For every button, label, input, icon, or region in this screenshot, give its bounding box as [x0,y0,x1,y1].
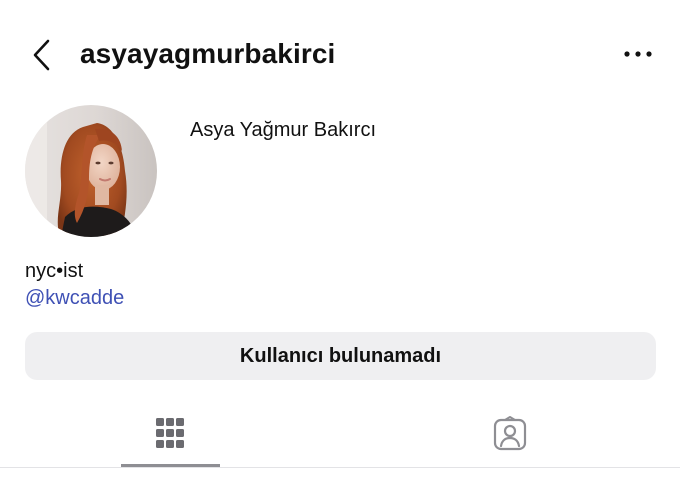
back-button[interactable] [26,36,60,74]
avatar-photo [25,105,157,237]
chevron-left-icon [33,39,50,71]
profile-page: asyayagmurbakirci Asya Yağmur Bakırcı ny… [0,0,680,502]
profile-full-name: Asya Yağmur Bakırcı [190,119,376,141]
top-bar: asyayagmurbakirci [0,0,680,108]
avatar[interactable] [25,105,157,237]
grid-icon [156,418,184,448]
profile-tabs [0,400,680,470]
tab-posts-grid[interactable] [120,400,220,470]
tagged-person-icon [493,416,527,451]
ellipsis-icon [624,51,652,57]
tab-tagged[interactable] [460,400,560,470]
user-not-found-label: Kullanıcı bulunamadı [239,344,442,367]
more-options-button[interactable] [618,40,658,68]
profile-bio: nyc•ist [25,260,84,282]
tabs-divider [0,467,680,468]
profile-bio-link[interactable]: @kwcadde [25,285,124,311]
user-not-found-button[interactable]: Kullanıcı bulunamadı [25,332,656,380]
profile-username: asyayagmurbakirci [80,38,336,69]
